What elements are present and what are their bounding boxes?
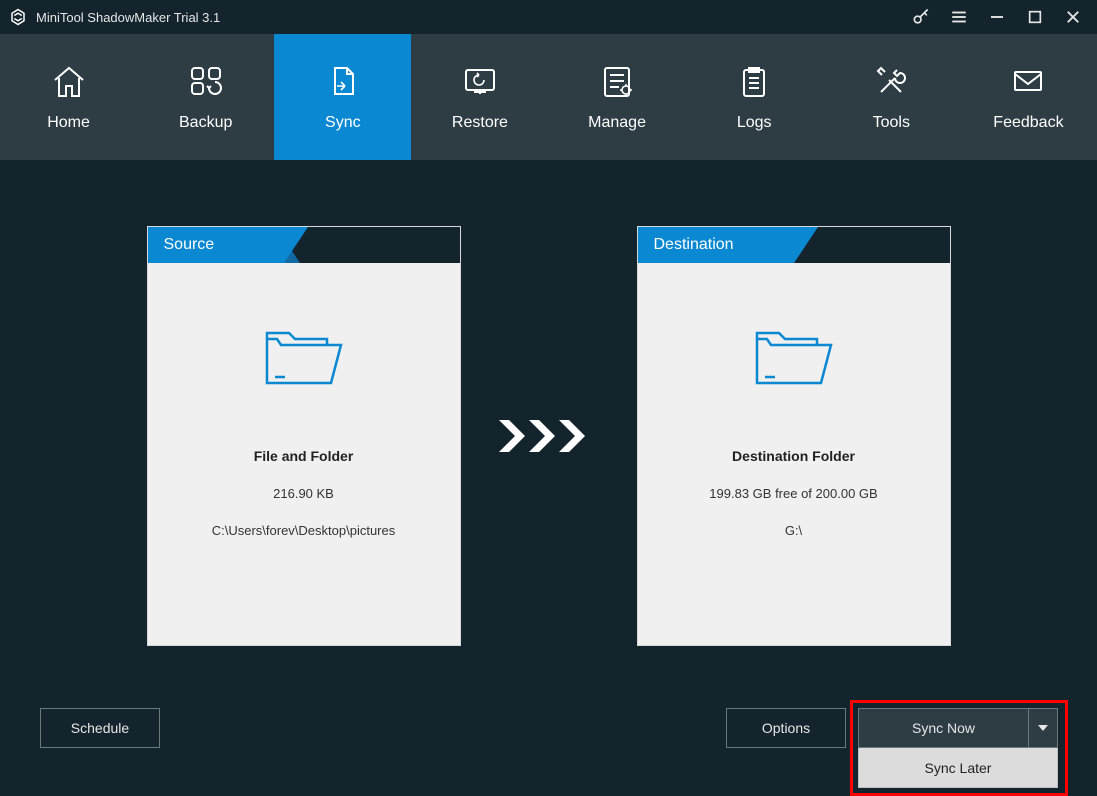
source-header: Source [148,227,460,263]
sync-now-button[interactable]: Sync Now [858,708,1028,748]
tools-icon [871,62,911,100]
sync-later-button[interactable]: Sync Later [858,748,1058,788]
menu-icon[interactable] [949,7,969,27]
nav-label: Backup [179,114,232,132]
sync-icon [323,62,363,100]
sync-button-group: Sync Now Sync Later [858,708,1058,788]
source-panel[interactable]: Source File and Folder 216.90 KB C:\User… [147,226,461,646]
app-title: MiniTool ShadowMaker Trial 3.1 [36,10,911,25]
key-icon[interactable] [911,7,931,27]
destination-title: Destination Folder [732,448,855,464]
chevron-down-icon [1038,725,1048,731]
nav-tools[interactable]: Tools [823,34,960,160]
app-logo-icon [8,7,28,27]
main-nav: Home Backup Sync Restore Manage Logs T [0,34,1097,160]
close-icon[interactable] [1063,7,1083,27]
nav-backup[interactable]: Backup [137,34,274,160]
nav-label: Home [47,114,90,132]
sync-dropdown-button[interactable] [1028,708,1058,748]
nav-feedback[interactable]: Feedback [960,34,1097,160]
source-path: C:\Users\forev\Desktop\pictures [212,523,396,538]
nav-label: Feedback [993,114,1063,132]
title-bar: MiniTool ShadowMaker Trial 3.1 [0,0,1097,34]
source-title: File and Folder [254,448,354,464]
destination-panel[interactable]: Destination Destination Folder 199.83 GB… [637,226,951,646]
nav-logs[interactable]: Logs [686,34,823,160]
destination-free: 199.83 GB free of 200.00 GB [709,486,877,501]
folder-icon [751,321,837,398]
options-button[interactable]: Options [726,708,846,748]
arrows-icon [495,416,603,456]
nav-home[interactable]: Home [0,34,137,160]
nav-label: Sync [325,114,361,132]
logs-icon [734,62,774,100]
folder-icon [261,321,347,398]
nav-sync[interactable]: Sync [274,34,411,160]
maximize-icon[interactable] [1025,7,1045,27]
nav-label: Tools [873,114,910,132]
destination-header-label: Destination [654,236,734,254]
minimize-icon[interactable] [987,7,1007,27]
home-icon [49,62,89,100]
destination-path: G:\ [785,523,802,538]
backup-icon [186,62,226,100]
manage-icon [597,62,637,100]
nav-manage[interactable]: Manage [549,34,686,160]
feedback-icon [1008,62,1048,100]
main-content: Source File and Folder 216.90 KB C:\User… [0,160,1097,790]
schedule-button[interactable]: Schedule [40,708,160,748]
destination-header: Destination [638,227,950,263]
nav-label: Logs [737,114,772,132]
source-size: 216.90 KB [273,486,334,501]
restore-icon [460,62,500,100]
nav-label: Manage [588,114,646,132]
source-header-label: Source [164,236,215,254]
bottom-bar: Schedule Options Sync Now Sync Later [0,660,1097,790]
nav-label: Restore [452,114,508,132]
nav-restore[interactable]: Restore [411,34,548,160]
